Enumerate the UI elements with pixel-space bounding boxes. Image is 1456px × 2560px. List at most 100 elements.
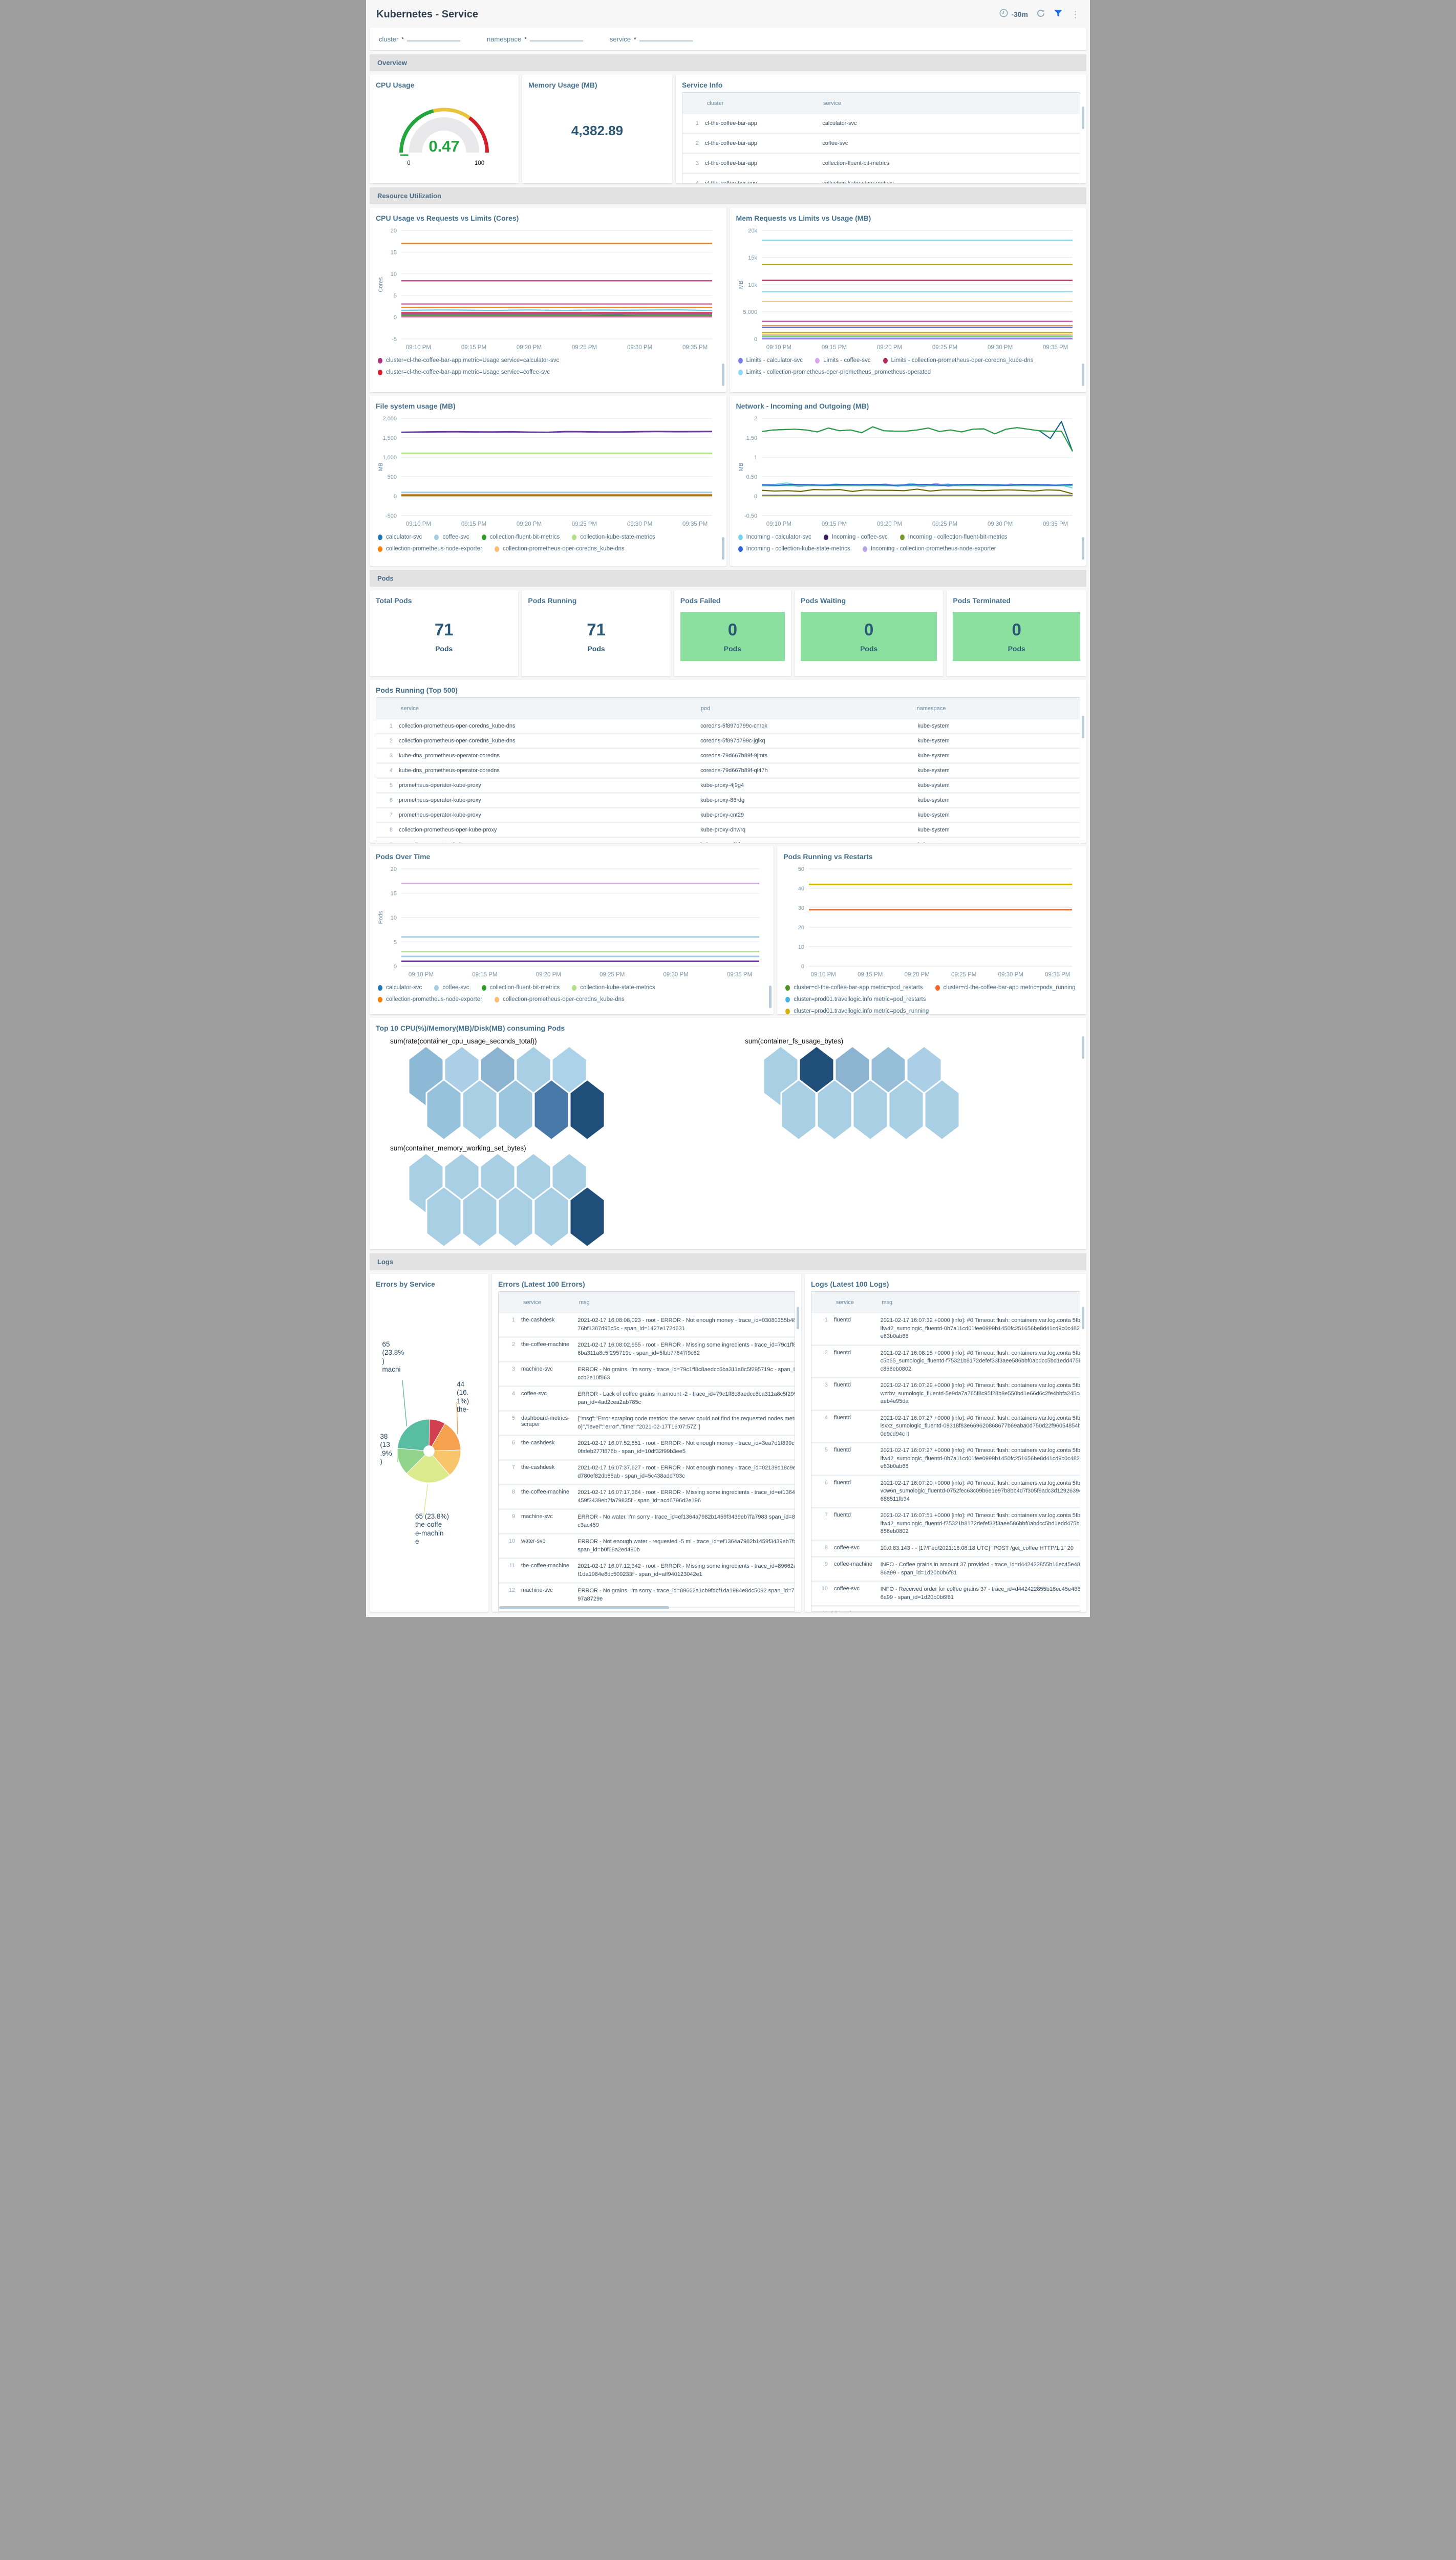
table-row[interactable]: 1 fluentd 2021-02-17 16:07:32 +0000 [info]…	[811, 1313, 1080, 1346]
legend-item[interactable]: collection-kube-state-metrics	[572, 534, 655, 540]
hex-cell[interactable]	[461, 1185, 498, 1248]
legend-item[interactable]: cluster=cl-the-coffee-bar-app metric=pod…	[935, 985, 1076, 991]
scrollbar[interactable]	[1082, 1036, 1084, 1059]
column-header[interactable]	[1074, 702, 1086, 715]
table-row[interactable]: 8 coffee-svc 10.0.83.143 - - [17/Feb/2021:…	[811, 1541, 1080, 1558]
filter-input[interactable]	[406, 34, 460, 41]
filter-service[interactable]: service *	[610, 34, 693, 43]
legend-item[interactable]: collection-prometheus-node-exporter	[378, 546, 482, 552]
column-header[interactable]: service	[520, 1296, 576, 1309]
legend-item[interactable]: cluster=prod01.travellogic.info metric=p…	[785, 1008, 929, 1014]
legend-item[interactable]: calculator-svc	[378, 534, 422, 540]
legend-item[interactable]: coffee-svc	[434, 534, 469, 540]
legend-item[interactable]: cluster=cl-the-coffee-bar-app metric=pod…	[785, 985, 923, 991]
hex-cell[interactable]	[461, 1078, 498, 1141]
scrollbar[interactable]	[1082, 106, 1084, 129]
legend-item[interactable]: cluster=cl-the-coffee-bar-app metric=Usa…	[378, 357, 559, 364]
table-row[interactable]: 3 machine-svc ERROR - No grains. I'm sorry…	[499, 1362, 795, 1387]
scrollbar[interactable]	[1082, 716, 1084, 738]
hex-cell[interactable]	[497, 1078, 534, 1141]
table-row[interactable]: 8 collection-prometheus-oper-kube-proxy ku…	[376, 823, 1080, 838]
hex-cell[interactable]	[852, 1078, 889, 1141]
table-row[interactable]: 7 prometheus-operator-kube-proxy kube-prox…	[376, 808, 1080, 823]
table-row[interactable]: 4 coffee-svc ERROR - Lack of coffee grains…	[499, 1387, 795, 1412]
legend-item[interactable]: Limits - collection-prometheus-oper-core…	[883, 357, 1034, 364]
table-row[interactable]: 5 prometheus-operator-kube-proxy kube-prox…	[376, 779, 1080, 794]
hex-cell[interactable]	[569, 1185, 606, 1248]
hex-cell[interactable]	[425, 1185, 462, 1248]
table-row[interactable]: 11fluentd2021-02-17 16:07:16 +0000 [info…	[811, 1607, 1080, 1611]
legend-item[interactable]: Incoming - collection-fluent-bit-metrics	[900, 534, 1007, 540]
hex-cell[interactable]	[569, 1078, 606, 1141]
table-row[interactable]: 2cl-the-coffee-bar-appcoffee-svc1	[682, 134, 1080, 154]
hex-cell[interactable]	[888, 1078, 925, 1141]
table-row[interactable]: 10 water-svc ERROR - Not enough water - re…	[499, 1534, 795, 1559]
column-header[interactable]: service	[820, 97, 1062, 110]
table-row[interactable]: 4 fluentd 2021-02-17 16:07:27 +0000 [info]…	[811, 1411, 1080, 1443]
hex-cell[interactable]	[924, 1078, 960, 1141]
table-row[interactable]: 9 coffee-machine INFO - Coffee grains in a…	[811, 1558, 1080, 1582]
table-row[interactable]: 7 fluentd 2021-02-17 16:07:51 +0000 [info]…	[811, 1508, 1080, 1541]
table-row[interactable]: 4 kube-dns_prometheus-operator-coredns cor…	[376, 764, 1080, 779]
legend-item[interactable]: collection-prometheus-oper-coredns_kube-…	[494, 546, 625, 552]
legend-item[interactable]: collection-fluent-bit-metrics	[481, 985, 560, 991]
time-range-button[interactable]: -30m	[999, 9, 1028, 20]
column-header[interactable]: pod	[698, 702, 914, 715]
scrollbar[interactable]	[769, 986, 772, 1008]
scrollbar[interactable]	[721, 364, 724, 386]
column-header[interactable]: service	[833, 1296, 879, 1309]
hex-cell[interactable]	[497, 1185, 534, 1248]
table-row[interactable]: 8 the-coffee-machine 2021-02-17 16:07:17,3…	[499, 1485, 795, 1510]
table-row[interactable]: 10 coffee-svc INFO - Received order for co…	[811, 1582, 1080, 1607]
table-row[interactable]: 1 collection-prometheus-oper-coredns_kube…	[376, 719, 1080, 734]
refresh-icon[interactable]	[1036, 9, 1045, 20]
table-row[interactable]: 3 cl-the-coffee-bar-app collection-fluent-…	[682, 154, 1080, 174]
legend-item[interactable]: cluster=prod01.travellogic.info metric=p…	[785, 996, 926, 1002]
scrollbar[interactable]	[797, 1307, 799, 1329]
legend-item[interactable]: Incoming - coffee-svc	[823, 534, 888, 540]
hex-cell[interactable]	[533, 1078, 570, 1141]
table-row[interactable]: 9 machine-svc ERROR - No water. I'm sorry …	[499, 1510, 795, 1534]
legend-item[interactable]: Limits - calculator-svc	[738, 357, 803, 364]
table-row[interactable]: 3 kube-dns_prometheus-operator-coredns cor…	[376, 749, 1080, 764]
filter-namespace[interactable]: namespace *	[487, 34, 583, 43]
table-row[interactable]: 6 fluentd 2021-02-17 16:07:20 +0000 [info]…	[811, 1476, 1080, 1508]
table-row[interactable]: 6 prometheus-operator-kube-proxy kube-prox…	[376, 794, 1080, 808]
table-row[interactable]: 7 the-cashdesk 2021-02-17 16:07:37,627 - r…	[499, 1461, 795, 1485]
column-header[interactable]: service	[398, 702, 698, 715]
scrollbar[interactable]	[1082, 537, 1084, 560]
table-row[interactable]: 9prometheus-operator-kube-proxykube-prox…	[376, 838, 1080, 843]
scrollbar[interactable]	[721, 537, 724, 560]
horizontal-scrollbar[interactable]	[499, 1606, 670, 1609]
table-row[interactable]: 6 the-cashdesk 2021-02-17 16:07:52,851 - r…	[499, 1436, 795, 1461]
scrollbar[interactable]	[1082, 1307, 1084, 1329]
legend-item[interactable]: Limits - coffee-svc	[815, 357, 871, 364]
table-row[interactable]: 12 machine-svc ERROR - No grains. I'm sorr…	[499, 1584, 795, 1608]
column-header[interactable]: msg	[879, 1296, 1086, 1309]
legend-item[interactable]: cluster=cl-the-coffee-bar-app metric=Usa…	[378, 369, 550, 375]
column-header[interactable]: namespace	[914, 702, 1074, 715]
column-header[interactable]: msg	[576, 1296, 801, 1309]
table-row[interactable]: 5 dashboard-metrics-scraper {"msg":"Error …	[499, 1412, 795, 1436]
legend-item[interactable]: Incoming - collection-kube-state-metrics	[738, 546, 850, 552]
filter-cluster[interactable]: cluster *	[379, 34, 460, 43]
scrollbar[interactable]	[1082, 364, 1084, 386]
hex-cell[interactable]	[780, 1078, 817, 1141]
table-row[interactable]: 3 fluentd 2021-02-17 16:07:29 +0000 [info]…	[811, 1378, 1080, 1411]
column-header[interactable]: cluster	[704, 97, 820, 110]
legend-item[interactable]: calculator-svc	[378, 985, 422, 991]
table-row[interactable]: 1 the-cashdesk 2021-02-17 16:08:08,023 - r…	[499, 1313, 795, 1338]
legend-item[interactable]: collection-prometheus-oper-coredns_kube-…	[494, 996, 625, 1002]
legend-item[interactable]: collection-kube-state-metrics	[572, 985, 655, 991]
table-row[interactable]: 2 fluentd 2021-02-17 16:08:15 +0000 [info]…	[811, 1346, 1080, 1378]
legend-item[interactable]: Incoming - calculator-svc	[738, 534, 811, 540]
table-row[interactable]: 11 the-coffee-machine 2021-02-17 16:07:12,…	[499, 1559, 795, 1584]
hex-cell[interactable]	[533, 1185, 570, 1248]
filter-input[interactable]	[639, 34, 693, 41]
table-row[interactable]: 5 fluentd 2021-02-17 16:07:27 +0000 [info]…	[811, 1443, 1080, 1476]
legend-item[interactable]: coffee-svc	[434, 985, 469, 991]
pie-slice[interactable]	[397, 1419, 430, 1452]
table-row[interactable]: 4 cl-the-coffee-bar-app collection-kube-st…	[682, 174, 1080, 183]
legend-item[interactable]: Incoming - collection-prometheus-node-ex…	[862, 546, 996, 552]
kebab-menu-icon[interactable]: ⋮	[1071, 10, 1080, 19]
